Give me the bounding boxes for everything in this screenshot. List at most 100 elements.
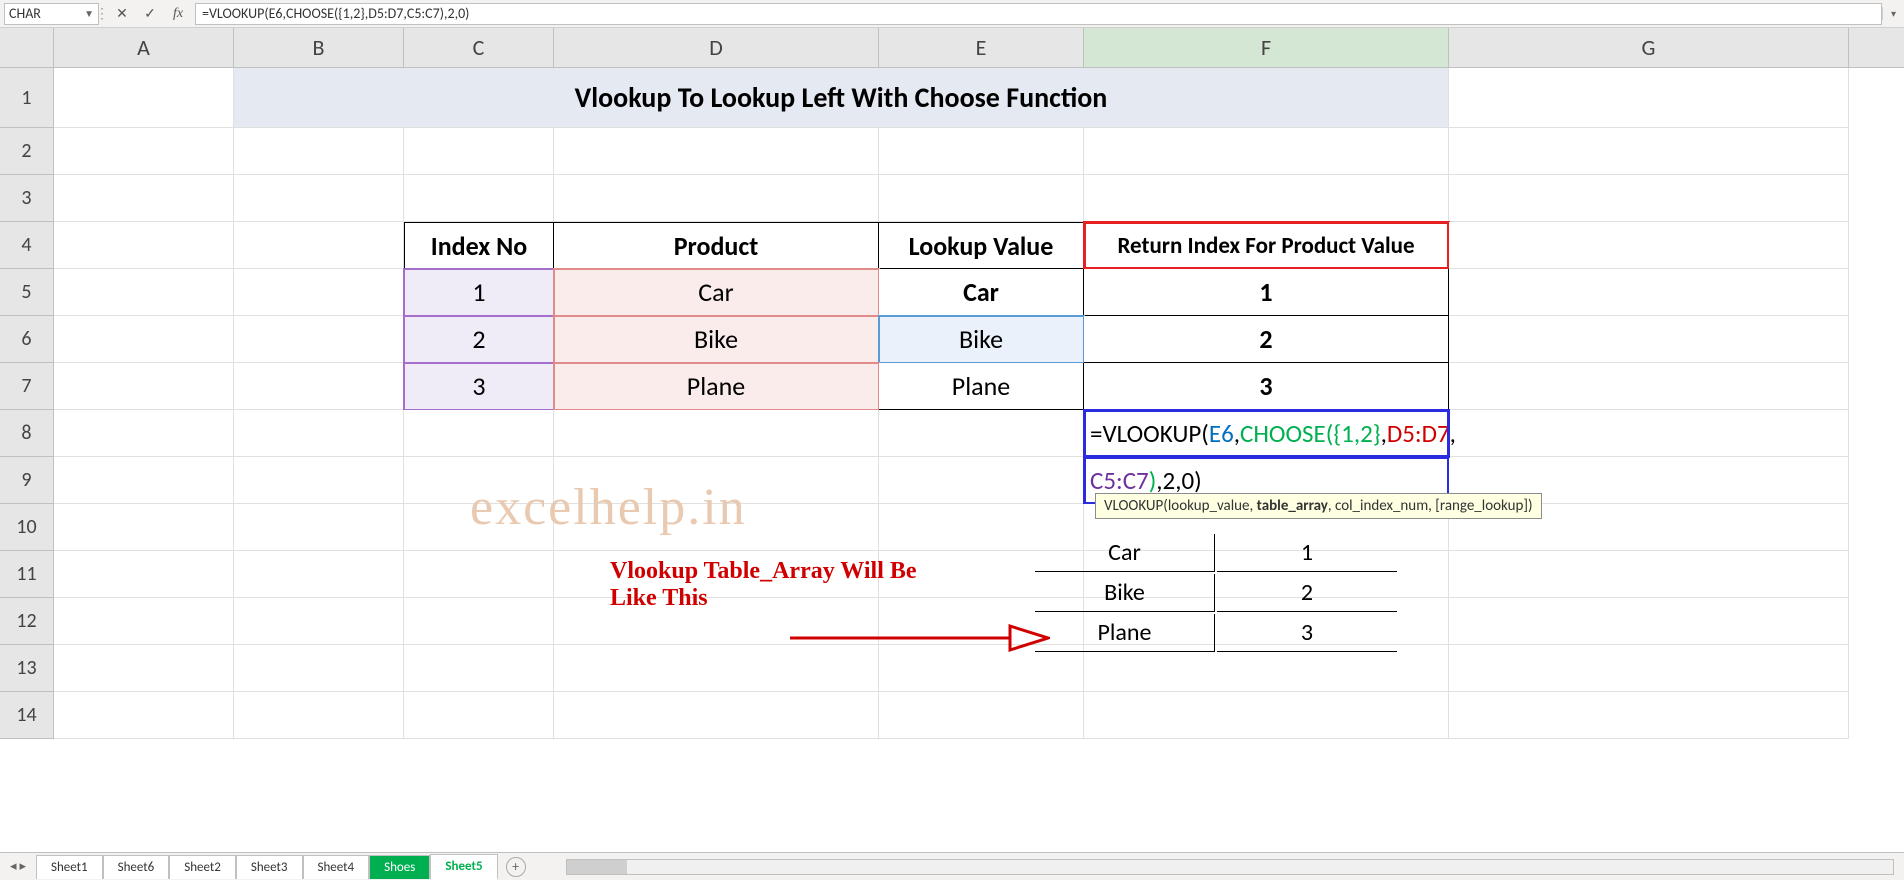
cell[interactable] [554, 128, 879, 175]
cell-G1[interactable] [1449, 68, 1849, 128]
cell[interactable] [234, 222, 404, 269]
cell[interactable] [1084, 175, 1449, 222]
cell[interactable] [404, 645, 554, 692]
cell[interactable] [234, 645, 404, 692]
row-header-8[interactable]: 8 [0, 410, 54, 457]
cell[interactable] [1449, 175, 1849, 222]
cell[interactable] [234, 551, 404, 598]
col-header-E[interactable]: E [879, 28, 1084, 67]
row-header-11[interactable]: 11 [0, 551, 54, 598]
cell[interactable] [1449, 316, 1849, 363]
cell-C6[interactable]: 2 [404, 316, 554, 363]
cell-C5[interactable]: 1 [404, 269, 554, 316]
col-header-A[interactable]: A [54, 28, 234, 67]
col-header-F[interactable]: F [1084, 28, 1449, 67]
cell[interactable] [54, 316, 234, 363]
cell[interactable] [1084, 692, 1449, 739]
cell[interactable] [234, 128, 404, 175]
row-header-14[interactable]: 14 [0, 692, 54, 739]
row-header-7[interactable]: 7 [0, 363, 54, 410]
th-index[interactable]: Index No [404, 222, 554, 269]
row-header-1[interactable]: 1 [0, 68, 54, 128]
scrollbar-thumb[interactable] [567, 860, 627, 874]
cell-A1[interactable] [54, 68, 234, 128]
cell[interactable] [1449, 363, 1849, 410]
sheet-tab[interactable]: Shoes [369, 855, 430, 879]
cell[interactable] [234, 504, 404, 551]
row-header-3[interactable]: 3 [0, 175, 54, 222]
cell[interactable] [54, 645, 234, 692]
sheet-tab[interactable]: Sheet6 [103, 855, 170, 879]
sheet-tab[interactable]: Sheet1 [36, 855, 103, 879]
row-header-12[interactable]: 12 [0, 598, 54, 645]
tab-nav-arrows[interactable]: ◂ ▸ [0, 859, 36, 874]
cell[interactable] [54, 504, 234, 551]
cell[interactable] [404, 410, 554, 457]
cancel-icon[interactable]: ✕ [113, 5, 131, 22]
row-header-2[interactable]: 2 [0, 128, 54, 175]
cell[interactable] [404, 692, 554, 739]
cell-E7[interactable]: Plane [879, 363, 1084, 410]
cell[interactable] [54, 692, 234, 739]
cell[interactable] [879, 128, 1084, 175]
cell[interactable] [54, 363, 234, 410]
cell-E5[interactable]: Car [879, 269, 1084, 316]
cell[interactable] [54, 222, 234, 269]
row-header-4[interactable]: 4 [0, 222, 54, 269]
cell[interactable] [879, 692, 1084, 739]
row-header-10[interactable]: 10 [0, 504, 54, 551]
title-cell[interactable]: Vlookup To Lookup Left With Choose Funct… [234, 68, 1449, 128]
name-box[interactable]: CHAR ▼ [4, 3, 99, 25]
cell[interactable] [404, 128, 554, 175]
th-lookup[interactable]: Lookup Value [879, 222, 1084, 269]
cell-D7[interactable]: Plane [554, 363, 879, 410]
cell[interactable] [879, 457, 1084, 504]
fx-icon[interactable]: fx [169, 6, 187, 22]
row-header-13[interactable]: 13 [0, 645, 54, 692]
sheet-tab-active[interactable]: Sheet5 [430, 854, 497, 880]
cell[interactable] [234, 410, 404, 457]
cell[interactable] [1449, 551, 1849, 598]
cell[interactable] [234, 316, 404, 363]
add-sheet-button[interactable]: + [506, 857, 526, 877]
cell-D6[interactable]: Bike [554, 316, 879, 363]
cell[interactable] [1449, 692, 1849, 739]
cell-F7[interactable]: 3 [1084, 363, 1449, 410]
horizontal-scrollbar[interactable] [526, 859, 1904, 875]
cell[interactable] [234, 363, 404, 410]
row-header-6[interactable]: 6 [0, 316, 54, 363]
cell[interactable] [404, 598, 554, 645]
cell[interactable] [54, 598, 234, 645]
th-product[interactable]: Product [554, 222, 879, 269]
cell[interactable] [1449, 222, 1849, 269]
cell[interactable] [1449, 598, 1849, 645]
col-header-G[interactable]: G [1449, 28, 1849, 67]
cell[interactable] [404, 175, 554, 222]
cell-D5[interactable]: Car [554, 269, 879, 316]
cell[interactable] [879, 410, 1084, 457]
sheet-tab[interactable]: Sheet2 [169, 855, 236, 879]
cell-E6[interactable]: Bike [879, 316, 1084, 363]
cell[interactable] [554, 175, 879, 222]
cell[interactable] [404, 504, 554, 551]
cell[interactable] [1449, 128, 1849, 175]
cell[interactable] [554, 692, 879, 739]
row-header-9[interactable]: 9 [0, 457, 54, 504]
cell-C7[interactable]: 3 [404, 363, 554, 410]
cell[interactable] [554, 410, 879, 457]
cell[interactable] [234, 175, 404, 222]
cell[interactable] [54, 175, 234, 222]
cell-F5[interactable]: 1 [1084, 269, 1449, 316]
cell-F6[interactable]: 2 [1084, 316, 1449, 363]
cell[interactable] [1449, 645, 1849, 692]
th-return[interactable]: Return Index For Product Value [1084, 222, 1449, 269]
cell[interactable] [234, 457, 404, 504]
col-header-B[interactable]: B [234, 28, 404, 67]
cell[interactable] [1449, 410, 1849, 457]
cell[interactable] [54, 410, 234, 457]
cell[interactable] [879, 175, 1084, 222]
cell[interactable] [554, 504, 879, 551]
cell[interactable] [54, 457, 234, 504]
cell[interactable] [1449, 269, 1849, 316]
sheet-tab[interactable]: Sheet4 [303, 855, 370, 879]
